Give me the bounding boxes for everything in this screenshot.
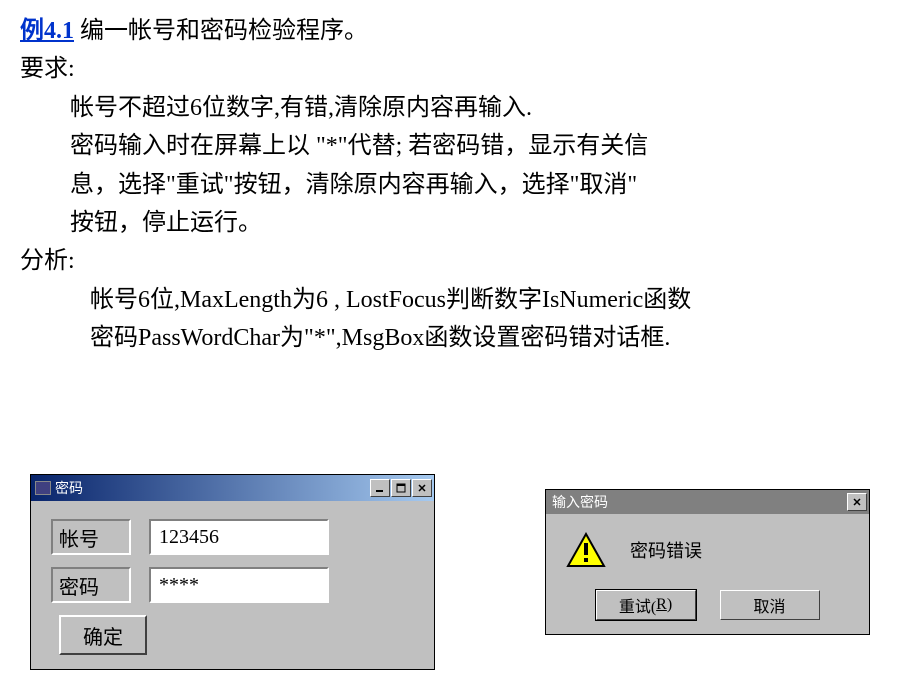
account-input[interactable]: 123456 [149,519,329,555]
ok-button[interactable]: 确定 [59,615,147,655]
req-line-1: 帐号不超过6位数字,有错,清除原内容再输入. [20,89,900,127]
app-icon [35,481,51,495]
password-input[interactable]: **** [149,567,329,603]
close-button[interactable] [412,479,432,497]
requirements-label: 要求: [20,50,900,88]
msgbox-close-button[interactable] [847,493,867,511]
msg-body: 密码错误 重试(R) 取消 [546,514,869,634]
msg-top: 密码错误 [566,532,849,568]
password-window: 密码 帐号 123456 密码 **** 确定 [30,474,435,670]
analysis-line-1: 帐号6位,MaxLength为6 , LostFocus判断数字IsNumeri… [20,281,900,319]
analysis-label: 分析: [20,242,900,280]
form-body: 帐号 123456 密码 **** 确定 [31,501,434,669]
msg-text: 密码错误 [630,537,702,563]
analysis-line-2: 密码PassWordChar为"*",MsgBox函数设置密码错对话框. [20,319,900,357]
heading: 例4.1 编一帐号和密码检验程序。 [20,12,900,50]
maximize-button[interactable] [391,479,411,497]
password-titlebar[interactable]: 密码 [31,475,434,501]
retry-prefix: 重试( [619,593,656,617]
heading-rest: 编一帐号和密码检验程序。 [74,18,368,44]
password-row: 密码 **** [51,567,414,603]
minimize-button[interactable] [370,479,390,497]
req-line-3: 息，选择"重试"按钮，清除原内容再输入，选择"取消" [20,166,900,204]
msgbox-title: 输入密码 [552,492,608,512]
password-label: 密码 [51,567,131,603]
account-label: 帐号 [51,519,131,555]
msgbox-window: 输入密码 密码错误 重试(R) 取消 [545,489,870,635]
req-line-2: 密码输入时在屏幕上以 "*"代替; 若密码错，显示有关信 [20,127,900,165]
retry-suffix: ) [667,596,672,614]
warning-icon [566,532,606,568]
cancel-button[interactable]: 取消 [720,590,820,620]
msg-buttons: 重试(R) 取消 [566,590,849,620]
retry-button[interactable]: 重试(R) [596,590,696,620]
msgbox-titlebar[interactable]: 输入密码 [546,490,869,514]
account-row: 帐号 123456 [51,519,414,555]
example-link[interactable]: 例4.1 [20,18,74,44]
retry-underline: R [656,596,667,614]
req-line-4: 按钮，停止运行。 [20,204,900,242]
password-window-title: 密码 [55,478,83,498]
